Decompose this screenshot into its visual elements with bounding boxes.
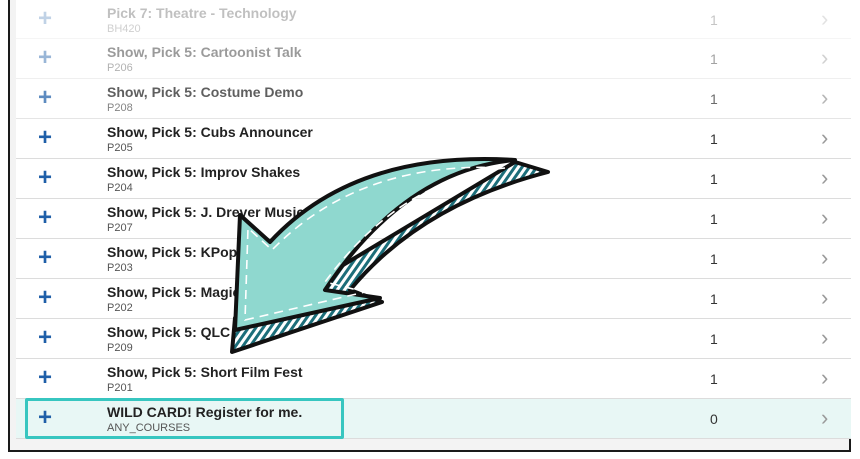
add-icon[interactable]: + [38, 206, 52, 230]
course-title: Show, Pick 5: Magic [107, 284, 241, 300]
list-item[interactable]: + Show, Pick 5: Costume Demo P208 1 › [16, 79, 851, 119]
course-count: 1 [710, 291, 718, 307]
course-count: 1 [710, 251, 718, 267]
list-item[interactable]: + Show, Pick 5: Magic P202 1 › [16, 279, 851, 319]
chevron-right-icon[interactable]: › [821, 247, 828, 269]
course-title: Pick 7: Theatre - Technology [107, 5, 297, 21]
course-count: 1 [710, 171, 718, 187]
chevron-right-icon[interactable]: › [821, 407, 828, 429]
course-title: Show, Pick 5: QLC [107, 324, 231, 340]
list-item[interactable]: + Show, Pick 5: QLC P209 1 › [16, 319, 851, 359]
course-count: 1 [710, 91, 718, 107]
highlight-box [25, 398, 344, 439]
chevron-right-icon[interactable]: › [821, 207, 828, 229]
course-count: 1 [710, 12, 718, 28]
list-item[interactable]: + Show, Pick 5: KPop P203 1 › [16, 239, 851, 279]
course-count: 1 [710, 51, 718, 67]
course-code: P201 [107, 382, 133, 394]
list-item[interactable]: + Show, Pick 5: Improv Shakes P204 1 › [16, 159, 851, 199]
chevron-right-icon[interactable]: › [821, 367, 828, 389]
chevron-right-icon[interactable]: › [821, 327, 828, 349]
chevron-right-icon[interactable]: › [821, 87, 828, 109]
course-title: Show, Pick 5: Costume Demo [107, 84, 304, 100]
list-item[interactable]: + Show, Pick 5: J. Drever Music P207 1 › [16, 199, 851, 239]
course-title: Show, Pick 5: Cubs Announcer [107, 124, 313, 140]
course-title: Show, Pick 5: Cartoonist Talk [107, 44, 302, 60]
course-code: P203 [107, 262, 133, 274]
course-count: 1 [710, 131, 718, 147]
course-title: Show, Pick 5: KPop [107, 244, 238, 260]
chevron-right-icon[interactable]: › [821, 8, 828, 30]
course-count: 1 [710, 211, 718, 227]
add-icon[interactable]: + [38, 86, 52, 110]
chevron-right-icon[interactable]: › [821, 287, 828, 309]
course-code: P208 [107, 102, 133, 114]
add-icon[interactable]: + [38, 286, 52, 310]
chevron-right-icon[interactable]: › [821, 127, 828, 149]
course-code: P206 [107, 62, 133, 74]
course-title: Show, Pick 5: Short Film Fest [107, 364, 303, 380]
add-icon[interactable]: + [38, 7, 52, 31]
course-list: + Pick 7: Theatre - Technology BH420 1 ›… [16, 0, 851, 439]
list-item[interactable]: + Show, Pick 5: Short Film Fest P201 1 › [16, 359, 851, 399]
course-count: 1 [710, 331, 718, 347]
chevron-right-icon[interactable]: › [821, 47, 828, 69]
add-icon[interactable]: + [38, 366, 52, 390]
add-icon[interactable]: + [38, 46, 52, 70]
course-title: Show, Pick 5: J. Drever Music [107, 204, 305, 220]
list-item[interactable]: + Pick 7: Theatre - Technology BH420 1 › [16, 0, 851, 39]
list-item[interactable]: + Show, Pick 5: Cubs Announcer P205 1 › [16, 119, 851, 159]
add-icon[interactable]: + [38, 166, 52, 190]
add-icon[interactable]: + [38, 326, 52, 350]
add-icon[interactable]: + [38, 246, 52, 270]
course-code: P202 [107, 302, 133, 314]
list-item[interactable]: + Show, Pick 5: Cartoonist Talk P206 1 › [16, 39, 851, 79]
chevron-right-icon[interactable]: › [821, 167, 828, 189]
course-code: BH420 [107, 23, 141, 35]
course-count: 1 [710, 371, 718, 387]
course-code: P209 [107, 342, 133, 354]
course-count: 0 [710, 411, 718, 427]
course-code: P207 [107, 222, 133, 234]
course-title: Show, Pick 5: Improv Shakes [107, 164, 301, 180]
course-code: P205 [107, 142, 133, 154]
course-code: P204 [107, 182, 133, 194]
add-icon[interactable]: + [38, 126, 52, 150]
